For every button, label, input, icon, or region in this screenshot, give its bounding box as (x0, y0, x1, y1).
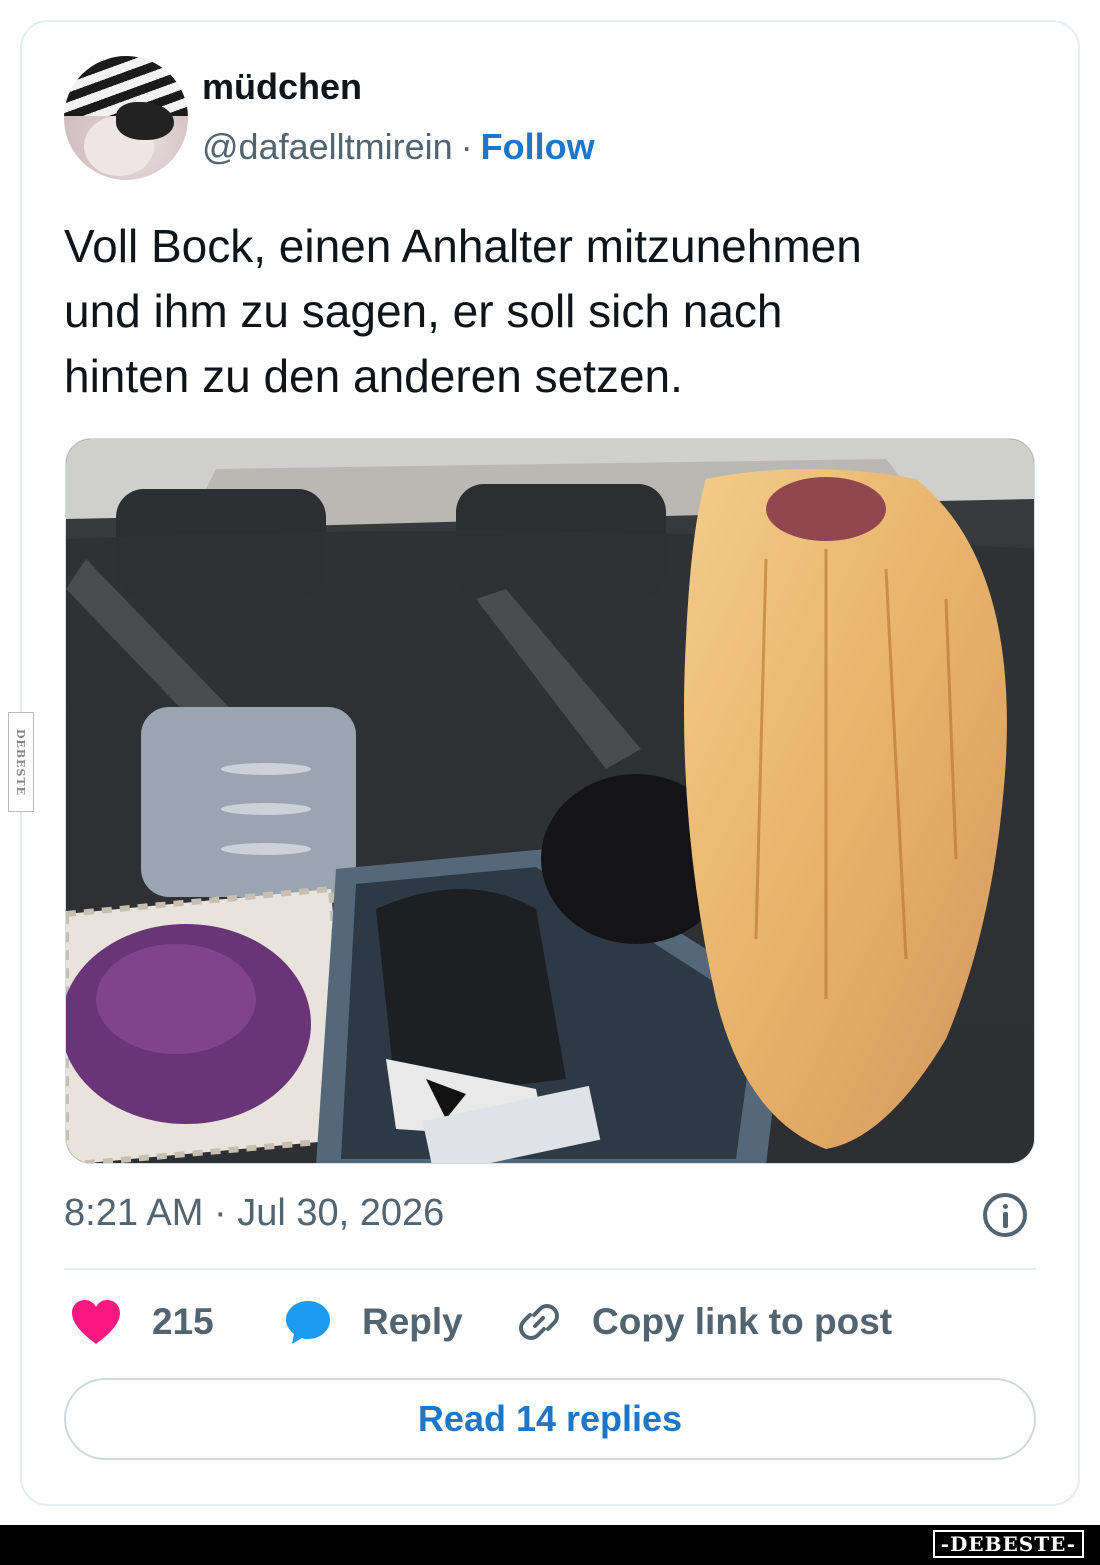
like-count: 215 (152, 1301, 214, 1342)
tweet-photo[interactable] (65, 438, 1035, 1164)
footer-bar: -DEBESTE- (0, 1525, 1100, 1565)
reply-label: Reply (362, 1301, 463, 1342)
tweet-timestamp[interactable]: 8:21 AM · Jul 30, 2026 (64, 1192, 444, 1235)
info-icon[interactable] (983, 1193, 1027, 1237)
side-watermark: DEBESTE (8, 712, 34, 812)
link-icon (519, 1304, 559, 1340)
tweet-text: Voll Bock, einen Anhalter mitzunehmen un… (64, 220, 862, 402)
reply-button[interactable]: Reply (284, 1294, 463, 1350)
speech-bubble-icon (286, 1301, 330, 1344)
footer-watermark-logo: -DEBESTE- (932, 1530, 1084, 1558)
copy-link-button[interactable]: Copy link to post (514, 1294, 892, 1350)
avatar[interactable] (64, 56, 188, 180)
heart-icon (72, 1300, 120, 1344)
read-replies-button[interactable]: Read 14 replies (64, 1378, 1036, 1460)
separator-dot: · (460, 126, 473, 167)
follow-button[interactable]: Follow (481, 126, 595, 167)
handle-row: @dafaelltmirein · Follow (202, 126, 595, 168)
copy-link-label: Copy link to post (592, 1301, 893, 1342)
avatar-hair (116, 102, 174, 140)
car-backseat-photo (66, 439, 1034, 1163)
divider (64, 1268, 1036, 1270)
display-name[interactable]: müdchen (202, 66, 362, 108)
user-handle[interactable]: @dafaelltmirein (202, 126, 453, 167)
like-button[interactable]: 215 (70, 1294, 214, 1350)
